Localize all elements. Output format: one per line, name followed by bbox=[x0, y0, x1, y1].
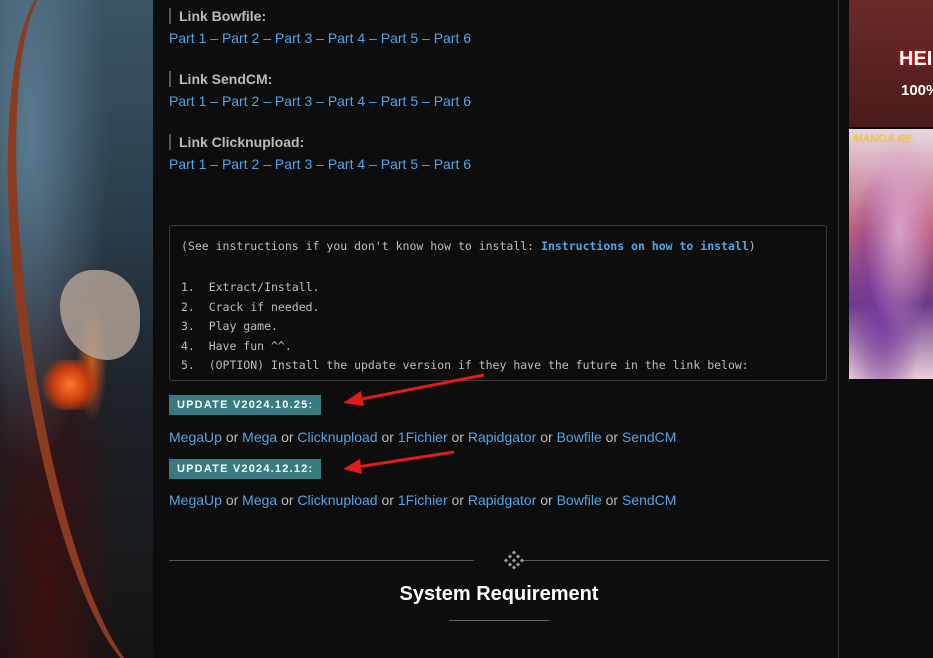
separator: – bbox=[210, 93, 219, 109]
install-step: 3. Play game. bbox=[181, 319, 278, 333]
sidebar-ad-banner[interactable]: MANGA RE bbox=[849, 129, 933, 379]
ad-text: HEI bbox=[899, 48, 933, 70]
update-host-links: MegaUp or Mega or Clicknupload or 1Fichi… bbox=[169, 492, 676, 508]
install-steps: 1. Extract/Install. 2. Crack if needed. … bbox=[181, 278, 749, 376]
separator: – bbox=[316, 30, 324, 46]
instructions-suffix: ) bbox=[748, 239, 756, 253]
section-divider-left bbox=[169, 560, 474, 561]
separator: – bbox=[422, 93, 430, 109]
part-link[interactable]: Part 1 bbox=[169, 93, 206, 109]
separator: or bbox=[451, 429, 464, 445]
part-link[interactable]: Part 6 bbox=[434, 156, 471, 172]
part-link[interactable]: Part 3 bbox=[275, 156, 312, 172]
main-content-area: Link Bowfile: Part 1 – Part 2 – Part 3 –… bbox=[153, 0, 838, 658]
link-group-sendcm: Link SendCM: Part 1 – Part 2 – Part 3 – … bbox=[169, 71, 471, 109]
title-underline bbox=[449, 620, 549, 621]
instructions-link[interactable]: Instructions on how to install bbox=[541, 239, 749, 253]
host-link-megaup[interactable]: MegaUp bbox=[169, 429, 222, 445]
separator: or bbox=[225, 429, 239, 445]
part-link[interactable]: Part 6 bbox=[434, 30, 471, 46]
separator: or bbox=[451, 492, 464, 508]
separator: – bbox=[422, 30, 430, 46]
part-link[interactable]: Part 5 bbox=[381, 93, 418, 109]
part-link[interactable]: Part 6 bbox=[434, 93, 471, 109]
host-link-megaup[interactable]: MegaUp bbox=[169, 492, 222, 508]
part-link[interactable]: Part 4 bbox=[328, 93, 365, 109]
separator: – bbox=[263, 93, 271, 109]
install-step: 4. Have fun ^^. bbox=[181, 338, 292, 353]
part-links: Part 1 – Part 2 – Part 3 – Part 4 – Part… bbox=[169, 156, 471, 172]
part-link[interactable]: Part 2 bbox=[222, 30, 259, 46]
update-host-links: MegaUp or Mega or Clicknupload or 1Fichi… bbox=[169, 429, 676, 445]
link-group-title: Link SendCM: bbox=[169, 71, 471, 87]
update-badge: UPDATE V2024.12.12: bbox=[169, 459, 322, 479]
background-art-left bbox=[0, 0, 153, 658]
host-link-bowfile[interactable]: Bowfile bbox=[557, 492, 602, 508]
host-link-mega[interactable]: Mega bbox=[242, 492, 277, 508]
part-link[interactable]: Part 2 bbox=[222, 93, 259, 109]
sidebar: HEI 100% MANGA RE bbox=[839, 0, 933, 658]
part-link[interactable]: Part 5 bbox=[381, 156, 418, 172]
separator: or bbox=[381, 429, 394, 445]
section-title: System Requirement bbox=[399, 583, 599, 605]
update-badge: UPDATE V2024.10.25: bbox=[169, 395, 322, 415]
install-step: 1. Extract/Install. bbox=[181, 280, 320, 294]
separator: – bbox=[369, 30, 377, 46]
separator: – bbox=[210, 156, 219, 172]
separator: – bbox=[369, 93, 377, 109]
part-link[interactable]: Part 3 bbox=[275, 93, 312, 109]
host-link-sendcm[interactable]: SendCM bbox=[622, 492, 676, 508]
install-step: 2. Crack if needed. bbox=[181, 299, 320, 314]
separator: – bbox=[316, 156, 324, 172]
separator: – bbox=[316, 93, 324, 109]
part-link[interactable]: Part 4 bbox=[328, 30, 365, 46]
ad-text: 100% bbox=[901, 82, 933, 99]
separator: – bbox=[422, 156, 430, 172]
red-arrow-icon bbox=[343, 373, 485, 406]
fire-artwork bbox=[40, 360, 100, 410]
separator: – bbox=[263, 156, 271, 172]
host-link-mega[interactable]: Mega bbox=[242, 429, 277, 445]
separator: or bbox=[281, 492, 294, 508]
diamond-ornament-icon bbox=[504, 550, 524, 570]
separator: or bbox=[281, 429, 294, 445]
part-link[interactable]: Part 4 bbox=[328, 156, 365, 172]
part-link[interactable]: Part 3 bbox=[275, 30, 312, 46]
link-group-title: Link Bowfile: bbox=[169, 8, 471, 24]
red-arrow-icon bbox=[343, 450, 455, 474]
ad-logo: MANGA RE bbox=[853, 133, 913, 145]
host-link-1fichier[interactable]: 1Fichier bbox=[398, 492, 448, 508]
part-links: Part 1 – Part 2 – Part 3 – Part 4 – Part… bbox=[169, 93, 471, 109]
separator: or bbox=[381, 492, 394, 508]
separator: or bbox=[225, 492, 239, 508]
install-instructions-box: (See instructions if you don't know how … bbox=[169, 225, 827, 381]
link-group-clicknupload: Link Clicknupload: Part 1 – Part 2 – Par… bbox=[169, 134, 471, 172]
separator: or bbox=[540, 492, 553, 508]
link-group-title: Link Clicknupload: bbox=[169, 134, 471, 150]
separator: or bbox=[605, 429, 619, 445]
separator: or bbox=[540, 429, 553, 445]
section-divider-right bbox=[524, 560, 829, 561]
host-link-clicknupload[interactable]: Clicknupload bbox=[297, 429, 377, 445]
separator: – bbox=[210, 30, 219, 46]
host-link-rapidgator[interactable]: Rapidgator bbox=[468, 492, 537, 508]
separator: – bbox=[263, 30, 271, 46]
link-group-bowfile: Link Bowfile: Part 1 – Part 2 – Part 3 –… bbox=[169, 8, 471, 46]
part-link[interactable]: Part 1 bbox=[169, 30, 206, 46]
sidebar-ad-banner[interactable]: HEI 100% bbox=[849, 0, 933, 127]
host-link-clicknupload[interactable]: Clicknupload bbox=[297, 492, 377, 508]
part-link[interactable]: Part 2 bbox=[222, 156, 259, 172]
part-links: Part 1 – Part 2 – Part 3 – Part 4 – Part… bbox=[169, 30, 471, 46]
host-link-1fichier[interactable]: 1Fichier bbox=[398, 429, 448, 445]
part-link[interactable]: Part 5 bbox=[381, 30, 418, 46]
instructions-prefix: (See instructions if you don't know how … bbox=[181, 239, 542, 253]
install-instructions-note: (See instructions if you don't know how … bbox=[181, 239, 756, 253]
host-link-bowfile[interactable]: Bowfile bbox=[557, 429, 602, 445]
separator: or bbox=[605, 492, 619, 508]
separator: – bbox=[369, 156, 377, 172]
host-link-rapidgator[interactable]: Rapidgator bbox=[468, 429, 537, 445]
host-link-sendcm[interactable]: SendCM bbox=[622, 429, 676, 445]
part-link[interactable]: Part 1 bbox=[169, 156, 206, 172]
